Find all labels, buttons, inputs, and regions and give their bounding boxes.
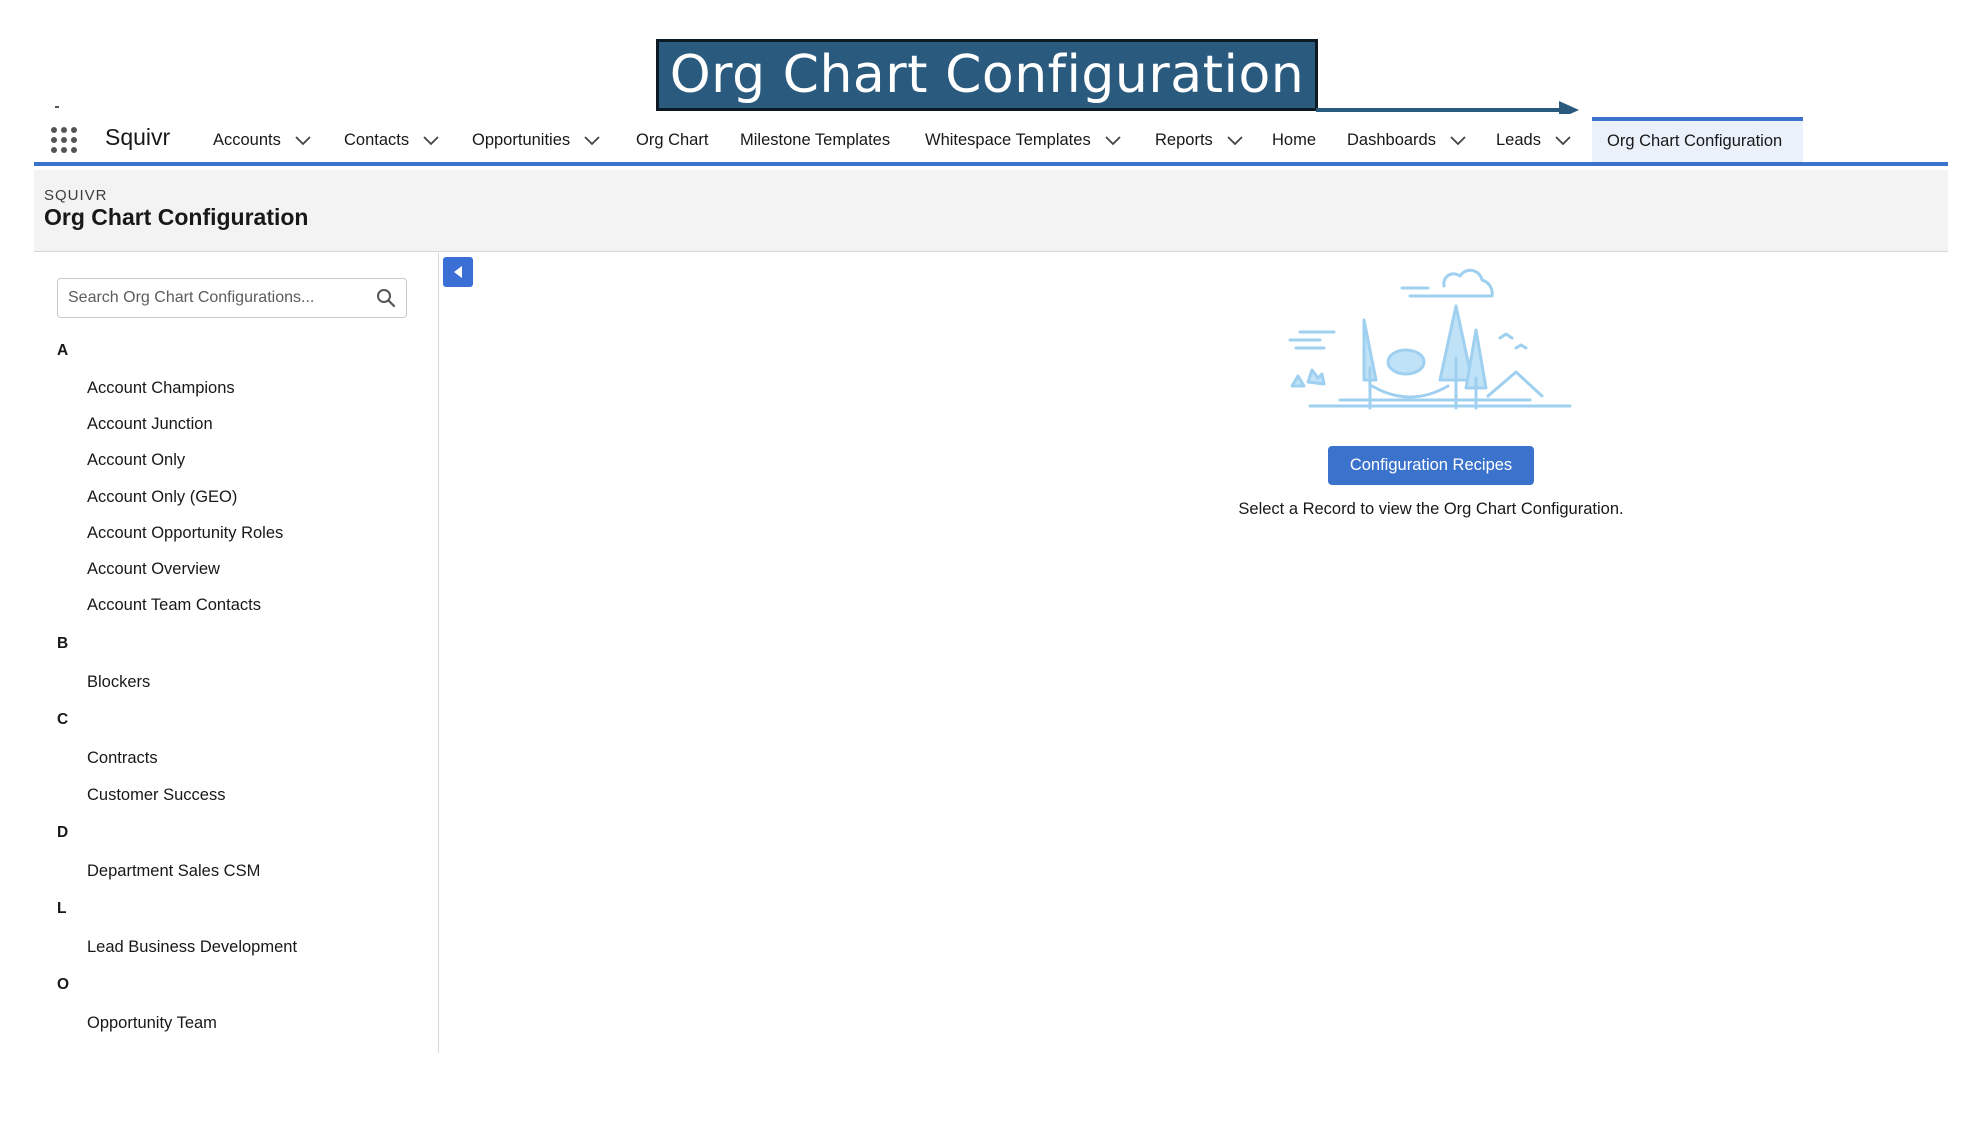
callout-banner: Org Chart Configuration bbox=[656, 39, 1318, 111]
nav-label: Contacts bbox=[344, 131, 410, 149]
chevron-left-icon bbox=[454, 266, 462, 278]
group-letter: B bbox=[57, 635, 69, 652]
list-item[interactable]: Account Junction bbox=[87, 415, 213, 434]
empty-state-message: Select a Record to view the Org Chart Co… bbox=[1238, 500, 1624, 518]
list-item[interactable]: Account Overview bbox=[87, 560, 220, 579]
search-icon[interactable] bbox=[376, 288, 396, 308]
configuration-recipes-button[interactable]: Configuration Recipes bbox=[1328, 446, 1534, 485]
app-nav-bar: Squivr Accounts Contacts Opportunities O… bbox=[34, 114, 1948, 166]
list-item[interactable]: Account Only bbox=[87, 451, 185, 470]
list-item[interactable]: Account Only (GEO) bbox=[87, 488, 237, 507]
collapse-sidebar-button[interactable] bbox=[443, 257, 473, 287]
list-item[interactable]: Blockers bbox=[87, 673, 150, 692]
chevron-down-icon[interactable] bbox=[295, 135, 311, 146]
search-field[interactable] bbox=[57, 278, 407, 318]
nav-label: Org Chart bbox=[636, 131, 709, 149]
list-item[interactable]: Customer Success bbox=[87, 786, 225, 805]
search-input[interactable] bbox=[68, 279, 368, 317]
list-item[interactable]: Department Sales CSM bbox=[87, 862, 260, 881]
nav-label: Dashboards bbox=[1347, 131, 1436, 149]
chevron-down-icon[interactable] bbox=[1555, 135, 1571, 146]
nav-item-accounts[interactable]: Accounts bbox=[213, 131, 311, 150]
page-eyebrow: SQUIVR bbox=[44, 187, 108, 204]
chevron-down-icon[interactable] bbox=[1227, 135, 1243, 146]
divider-mark bbox=[55, 106, 59, 108]
empty-state-illustration bbox=[1288, 268, 1572, 410]
nav-item-reports[interactable]: Reports bbox=[1155, 131, 1243, 150]
nav-item-dashboards[interactable]: Dashboards bbox=[1347, 131, 1466, 150]
chevron-down-icon[interactable] bbox=[1450, 135, 1466, 146]
list-item[interactable]: Lead Business Development bbox=[87, 938, 297, 957]
nav-item-contacts[interactable]: Contacts bbox=[344, 131, 439, 150]
list-item[interactable]: Opportunity Team bbox=[87, 1014, 217, 1033]
nav-item-opportunities[interactable]: Opportunities bbox=[472, 131, 600, 150]
nav-label: Accounts bbox=[213, 131, 281, 149]
group-letter: O bbox=[57, 976, 70, 993]
group-letter: C bbox=[57, 711, 69, 728]
page-title: Org Chart Configuration bbox=[44, 204, 309, 230]
group-letter: A bbox=[57, 342, 69, 359]
list-item[interactable]: Account Opportunity Roles bbox=[87, 524, 283, 543]
callout-title: Org Chart Configuration bbox=[669, 45, 1305, 105]
page-header: SQUIVR Org Chart Configuration bbox=[34, 170, 1948, 252]
nav-item-org-chart-configuration[interactable]: Org Chart Configuration bbox=[1592, 117, 1803, 162]
nav-label: Whitespace Templates bbox=[925, 131, 1091, 149]
list-item[interactable]: Contracts bbox=[87, 749, 158, 768]
nav-item-org-chart[interactable]: Org Chart bbox=[636, 131, 708, 150]
nav-item-whitespace-templates[interactable]: Whitespace Templates bbox=[925, 131, 1121, 150]
config-list-sidebar: A Account Champions Account Junction Acc… bbox=[34, 253, 439, 1053]
group-letter: D bbox=[57, 824, 69, 841]
nav-label: Leads bbox=[1496, 131, 1541, 149]
nav-label: Opportunities bbox=[472, 131, 571, 149]
chevron-down-icon[interactable] bbox=[584, 135, 600, 146]
chevron-down-icon[interactable] bbox=[1105, 135, 1121, 146]
app-name: Squivr bbox=[105, 124, 171, 150]
nav-label: Home bbox=[1272, 131, 1317, 149]
chevron-down-icon[interactable] bbox=[423, 135, 439, 146]
group-letter: L bbox=[57, 900, 67, 917]
nav-item-leads[interactable]: Leads bbox=[1496, 131, 1571, 150]
nav-item-milestone-templates[interactable]: Milestone Templates bbox=[740, 131, 890, 150]
list-item[interactable]: Account Team Contacts bbox=[87, 596, 261, 615]
nav-label: Reports bbox=[1155, 131, 1213, 149]
nav-label: Org Chart Configuration bbox=[1607, 132, 1783, 150]
nav-label: Milestone Templates bbox=[740, 131, 891, 149]
list-item[interactable]: Account Champions bbox=[87, 379, 235, 398]
nav-item-home[interactable]: Home bbox=[1272, 131, 1316, 150]
app-launcher-icon[interactable] bbox=[50, 126, 78, 154]
